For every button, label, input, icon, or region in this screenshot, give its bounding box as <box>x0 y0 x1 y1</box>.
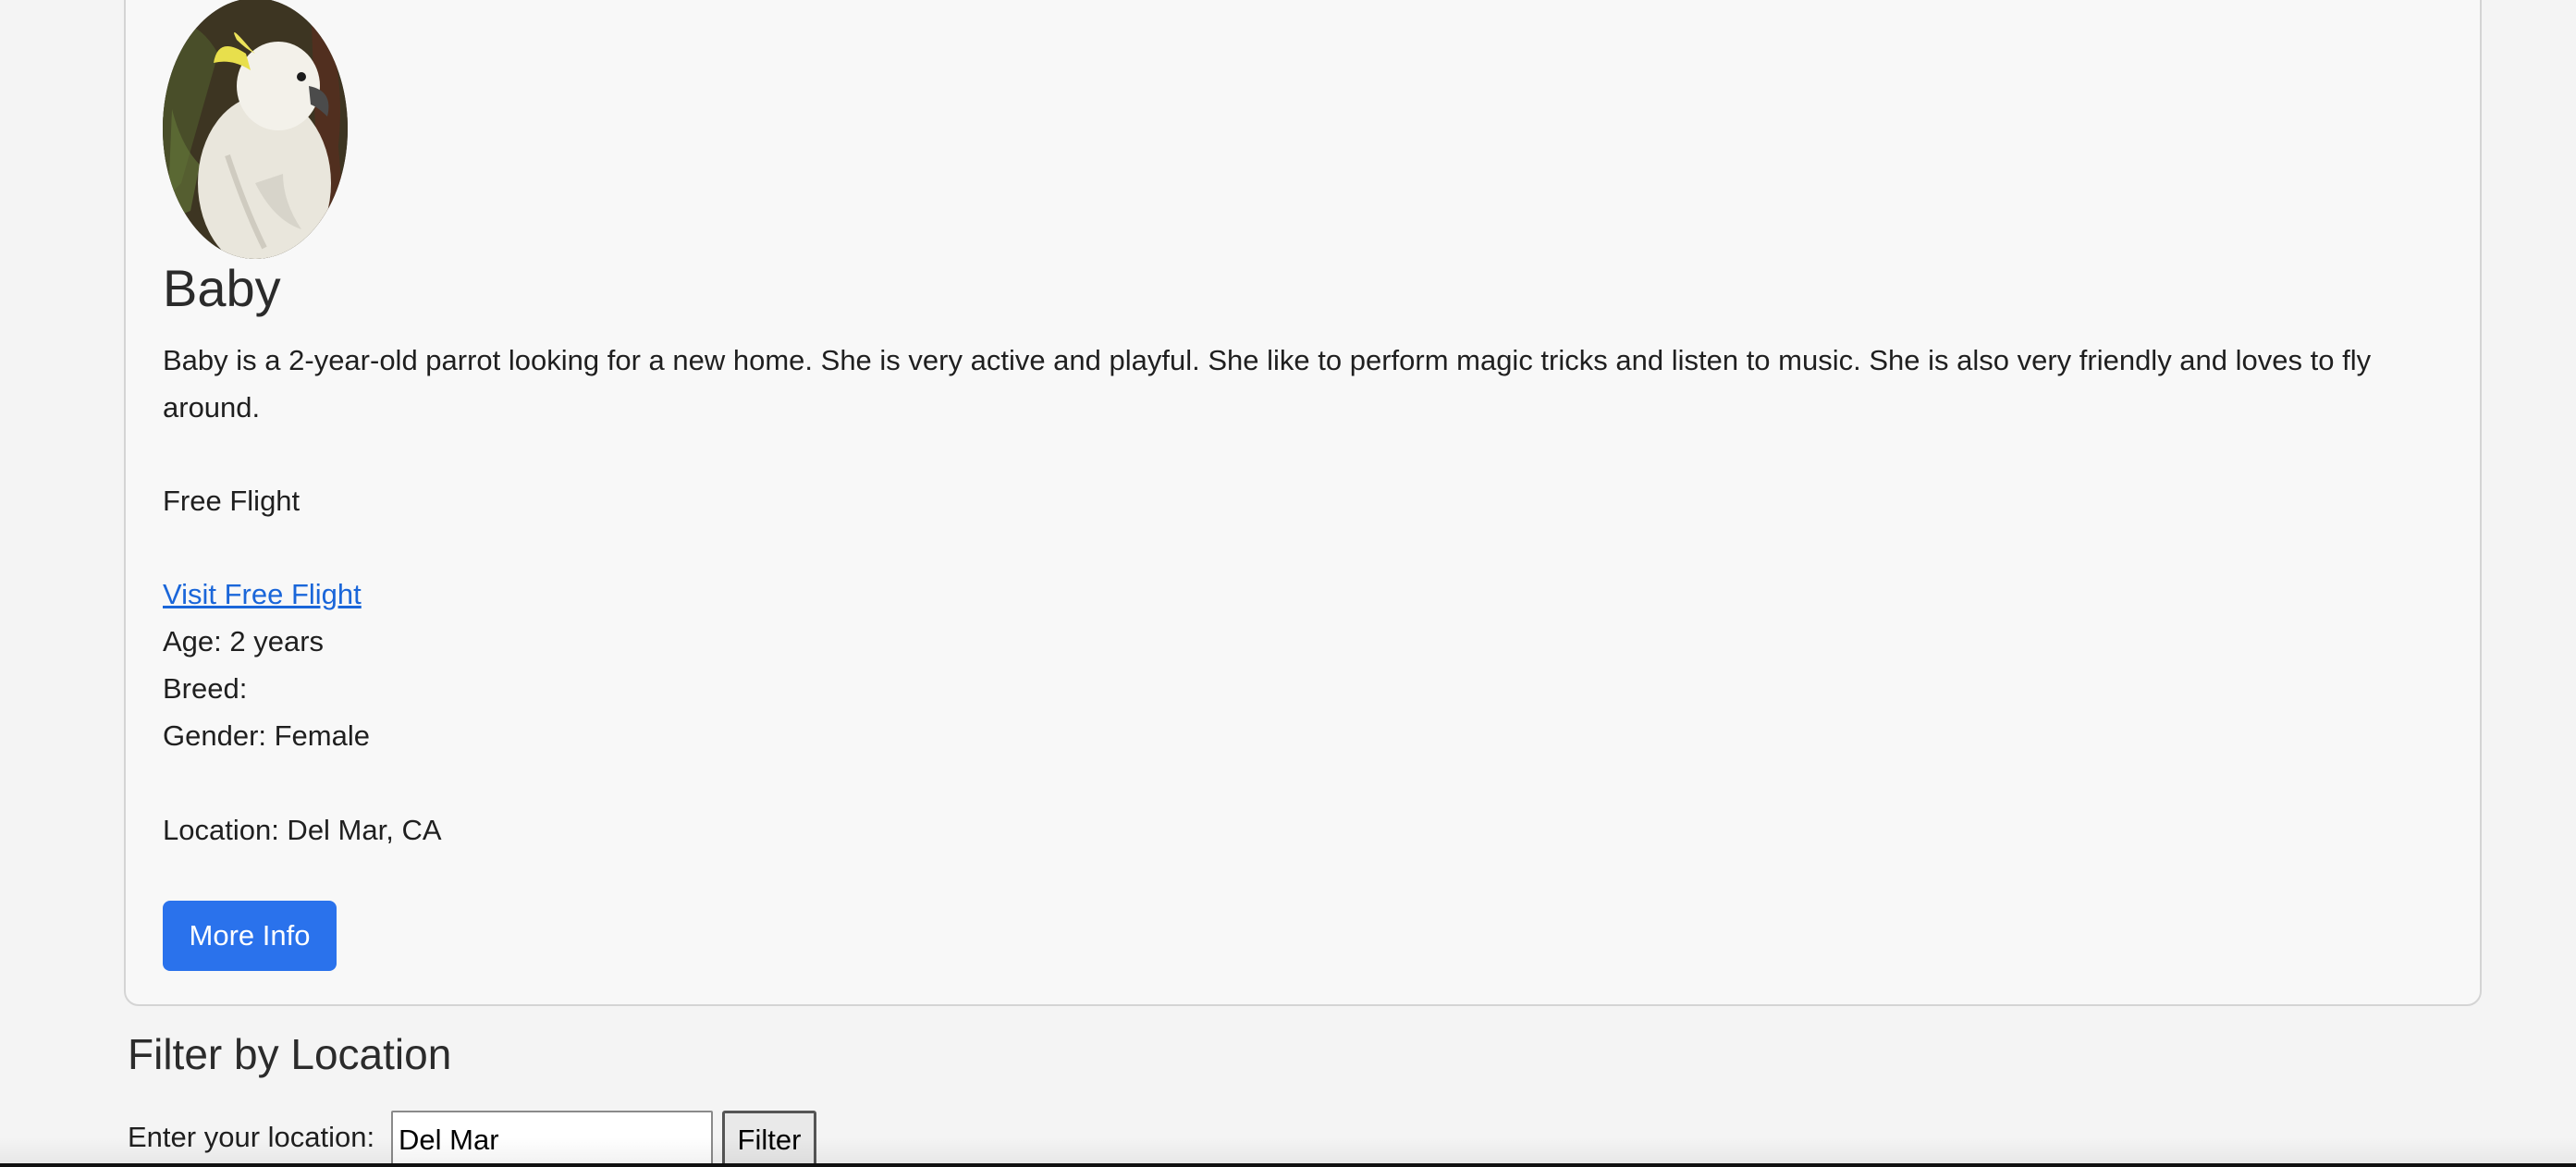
pet-location: Location: Del Mar, CA <box>163 814 442 846</box>
cockatoo-image <box>163 0 348 259</box>
pet-gender: Gender: Female <box>163 719 370 752</box>
location-label: Enter your location: <box>128 1121 375 1153</box>
filter-button[interactable]: Filter <box>722 1111 816 1167</box>
pet-age: Age: 2 years <box>163 625 325 657</box>
pet-breed: Breed: <box>163 672 248 705</box>
pet-photo <box>163 0 348 259</box>
window-bottom-edge <box>0 1163 2576 1167</box>
pet-description: Baby is a 2-year-old parrot looking for … <box>163 344 2372 424</box>
pet-card <box>124 0 2482 1006</box>
pet-name: Baby <box>163 259 281 317</box>
location-input[interactable] <box>391 1111 713 1167</box>
filter-heading: Filter by Location <box>128 1030 452 1078</box>
more-info-button[interactable]: More Info <box>163 901 337 971</box>
page: Baby Baby is a 2-year-old parrot looking… <box>0 0 2576 1167</box>
organization-name: Free Flight <box>163 485 301 517</box>
visit-organization-link[interactable]: Visit Free Flight <box>163 578 362 610</box>
